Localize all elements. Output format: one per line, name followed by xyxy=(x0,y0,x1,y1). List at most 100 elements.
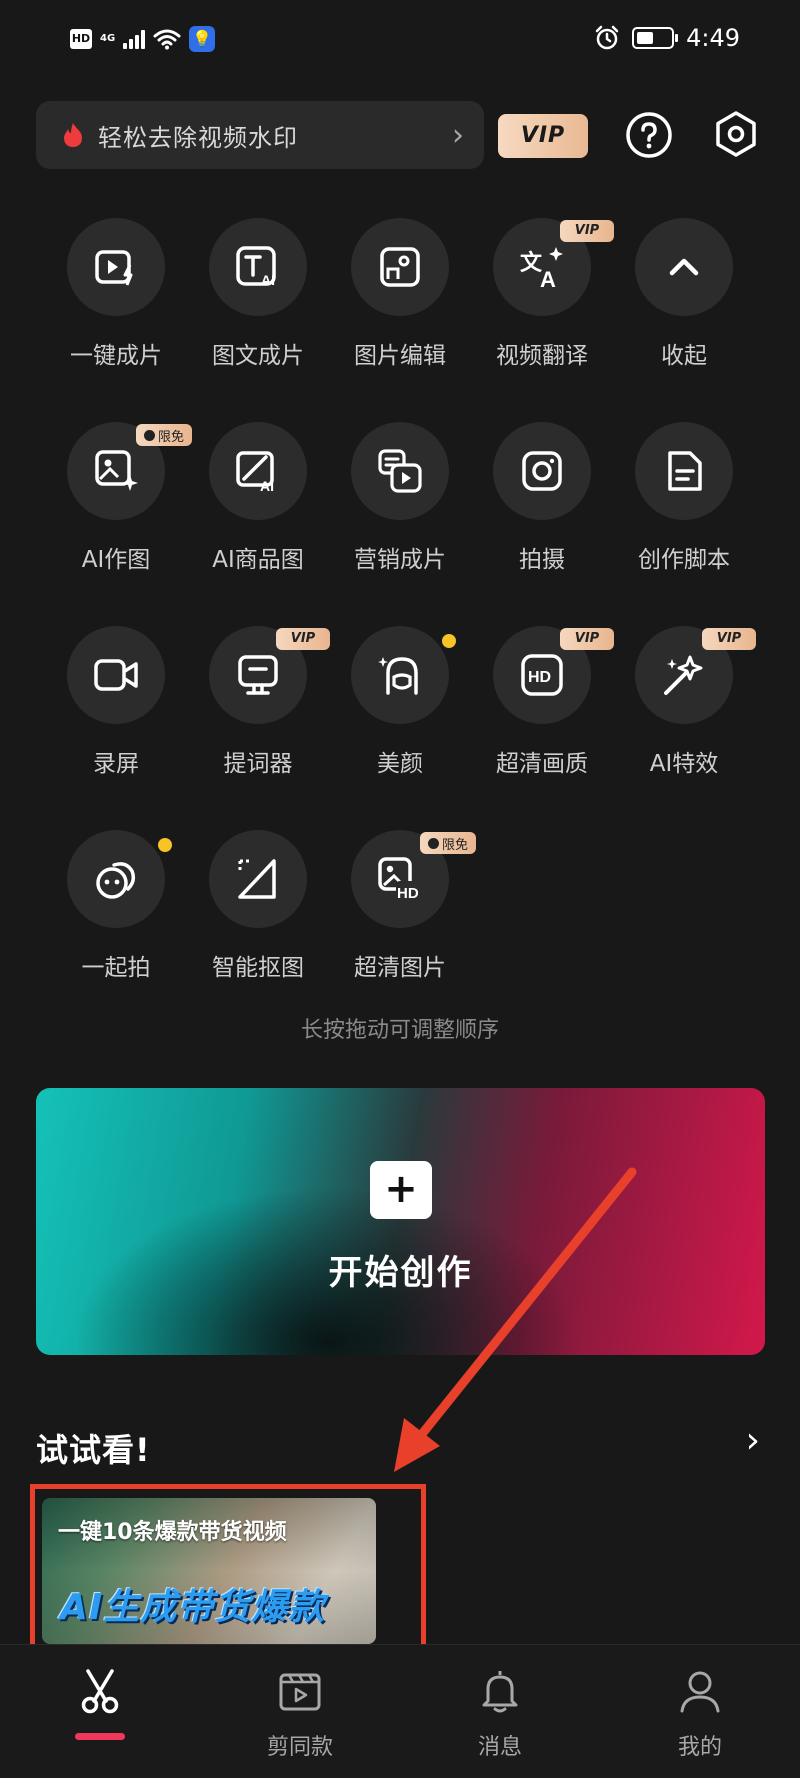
tool-bubble xyxy=(209,830,307,928)
new-dot xyxy=(158,838,172,852)
tool-collapse[interactable]: 收起 xyxy=(614,218,754,388)
tool-label: 超清画质 xyxy=(496,751,588,777)
settings-icon[interactable] xyxy=(712,110,760,158)
free-tag: 限免 xyxy=(420,832,476,854)
marketing-video-icon xyxy=(378,449,422,493)
beauty-icon xyxy=(378,657,418,695)
svg-text:A: A xyxy=(540,267,556,291)
nav-profile[interactable]: 我的 xyxy=(620,1645,780,1778)
tool-label: 提词器 xyxy=(223,751,293,777)
plus-icon: + xyxy=(370,1161,432,1219)
hd-image-icon: HD xyxy=(378,857,422,902)
video-spark-icon xyxy=(95,250,133,286)
tool-teleprompter[interactable]: VIP 提词器 xyxy=(188,626,330,796)
help-icon[interactable] xyxy=(625,111,673,159)
nav-messages[interactable]: 消息 xyxy=(420,1645,580,1778)
chevron-up-icon xyxy=(669,258,699,276)
tool-label: 视频翻译 xyxy=(496,343,588,369)
tool-beauty[interactable]: 美颜 xyxy=(330,626,470,796)
tool-bubble xyxy=(67,626,165,724)
tool-ai-product-image[interactable]: AI AI商品图 xyxy=(188,422,328,592)
vip-button[interactable]: VIP xyxy=(498,114,588,158)
tool-label: 一起拍 xyxy=(81,955,151,981)
camera-icon xyxy=(522,451,562,491)
tool-image-edit[interactable]: 图片编辑 xyxy=(330,218,470,388)
tool-label: 超清图片 xyxy=(354,955,446,981)
profile-icon xyxy=(680,1671,720,1713)
nav-label: 剪同款 xyxy=(266,1735,333,1760)
clock-time: 4:49 xyxy=(686,24,740,52)
tool-bubble xyxy=(351,422,449,520)
nav-edit[interactable] xyxy=(20,1645,180,1778)
free-tag: 限免 xyxy=(136,424,192,446)
new-dot xyxy=(442,634,456,648)
bell-icon xyxy=(482,1671,518,1713)
start-creating-card[interactable]: + 开始创作 xyxy=(36,1088,765,1355)
hd-quality-icon: HD xyxy=(521,654,563,696)
tool-bubble xyxy=(635,218,733,316)
tool-bubble: AI xyxy=(209,422,307,520)
screen-record-icon xyxy=(94,659,138,691)
annotation-highlight-box xyxy=(30,1484,426,1660)
fire-icon xyxy=(64,123,82,147)
status-left: HD 4G 💡 xyxy=(70,26,216,52)
tool-text-to-video[interactable]: AI 图文成片 xyxy=(188,218,328,388)
teleprompter-icon xyxy=(238,655,278,695)
tool-smart-cutout[interactable]: 智能抠图 xyxy=(188,830,328,1000)
tool-label: 美颜 xyxy=(377,751,423,777)
nav-templates[interactable]: 剪同款 xyxy=(220,1645,380,1778)
tool-label: AI作图 xyxy=(81,547,151,573)
status-bar: HD 4G 💡 4:49 xyxy=(0,0,800,82)
tool-camera[interactable]: 拍摄 xyxy=(472,422,612,592)
free-tag-text: 限免 xyxy=(157,429,184,445)
translate-icon: 文 A xyxy=(520,247,563,291)
ai-effects-icon xyxy=(664,655,703,695)
tool-label: 智能抠图 xyxy=(212,955,304,981)
wifi-icon xyxy=(153,29,181,50)
shoot-together-icon xyxy=(96,862,136,899)
tool-label: 营销成片 xyxy=(354,547,446,573)
tool-bubble xyxy=(351,218,449,316)
battery-icon xyxy=(632,27,679,49)
svg-text:HD: HD xyxy=(528,669,551,686)
tool-bubble: AI xyxy=(209,218,307,316)
reorder-hint: 长按拖动可调整顺序 xyxy=(300,1018,499,1043)
tool-bubble xyxy=(493,422,591,520)
chevron-right-icon: › xyxy=(452,117,464,153)
tool-ai-image[interactable]: 限免 AI作图 xyxy=(46,422,192,592)
tool-label: 图文成片 xyxy=(212,343,304,369)
tool-video-translate[interactable]: 文 A VIP 视频翻译 xyxy=(472,218,614,388)
tool-marketing-video[interactable]: 营销成片 xyxy=(330,422,470,592)
tool-hd-quality[interactable]: HD VIP 超清画质 xyxy=(472,626,614,796)
tool-label: 录屏 xyxy=(93,751,139,777)
watermark-removal-banner[interactable]: 轻松去除视频水印 › xyxy=(36,101,484,169)
status-right: 4:49 xyxy=(594,24,740,52)
promo-text: 轻松去除视频水印 xyxy=(98,123,298,152)
svg-text:AI: AI xyxy=(261,272,275,288)
scissors-icon xyxy=(81,1669,119,1714)
tool-script[interactable]: 创作脚本 xyxy=(614,422,754,592)
image-edit-icon xyxy=(380,247,420,287)
svg-text:HD: HD xyxy=(397,885,419,902)
hd-badge: HD xyxy=(70,29,92,49)
tool-bubble xyxy=(635,422,733,520)
signal-icon xyxy=(123,29,146,49)
start-creating-label: 开始创作 xyxy=(328,1253,473,1293)
vip-tag: VIP xyxy=(560,220,614,242)
network-type: 4G xyxy=(100,33,116,44)
tool-screen-record[interactable]: 录屏 xyxy=(46,626,186,796)
chevron-right-icon[interactable]: › xyxy=(746,1420,760,1461)
screen: HD 4G 💡 4:49 轻松去除视频水印 › VIP 一键成片 AI 图文成片… xyxy=(0,0,800,1778)
clock-icon xyxy=(143,429,155,441)
tool-label: 创作脚本 xyxy=(638,547,730,573)
tool-label: 一键成片 xyxy=(70,343,162,369)
tool-hd-image[interactable]: HD 限免 超清图片 xyxy=(330,830,476,1000)
tool-label: 收起 xyxy=(661,343,707,369)
ai-product-icon: AI xyxy=(236,451,274,494)
tool-one-click-video[interactable]: 一键成片 xyxy=(46,218,186,388)
smart-cutout-icon xyxy=(238,859,276,899)
try-section-title: 试试看! xyxy=(36,1431,151,1469)
tool-label: AI商品图 xyxy=(212,547,304,573)
tool-shoot-together[interactable]: 一起拍 xyxy=(46,830,186,1000)
tool-ai-effects[interactable]: VIP AI特效 xyxy=(614,626,756,796)
